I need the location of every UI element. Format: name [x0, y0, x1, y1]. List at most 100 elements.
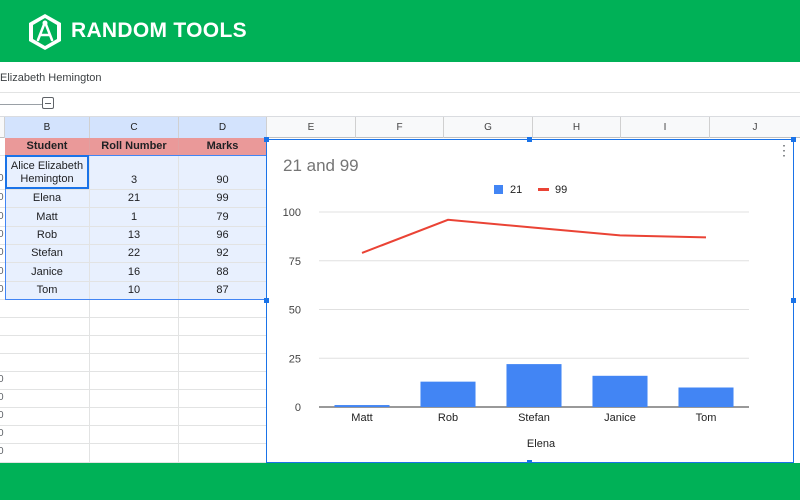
- bar: [506, 364, 562, 407]
- legend-swatch-21: [494, 185, 503, 194]
- resize-handle[interactable]: [264, 137, 269, 142]
- header-roll-number[interactable]: Roll Number: [90, 138, 179, 155]
- row-number: 0: [0, 266, 4, 277]
- row-number: 0: [0, 428, 4, 439]
- cell-student[interactable]: Tom: [5, 282, 90, 299]
- x-tick-label: Rob: [438, 412, 458, 424]
- zoom-minus-icon[interactable]: [42, 97, 54, 109]
- legend-label-99: 99: [555, 184, 567, 196]
- combo-chart: 21 99 0255075100 Matt Rob Stefan Janice Tom …: [283, 184, 749, 450]
- row-number: 0: [0, 374, 4, 385]
- column-header-b[interactable]: B: [5, 117, 90, 138]
- cell-student[interactable]: Rob: [5, 227, 90, 244]
- cell-marks[interactable]: 88: [179, 263, 267, 281]
- row-number: 0: [0, 229, 4, 240]
- cell-student[interactable]: Stefan: [5, 245, 90, 262]
- cell-marks[interactable]: 92: [179, 245, 267, 262]
- y-tick-label: 75: [289, 256, 301, 268]
- header-marks[interactable]: Marks: [179, 138, 267, 155]
- legend[interactable]: 21 99: [494, 184, 567, 196]
- x-tick-label: Tom: [696, 412, 717, 424]
- row-number: 0: [0, 192, 4, 203]
- row-number: 0: [0, 211, 4, 222]
- table-header-row: Student Roll Number Marks: [0, 138, 267, 156]
- column-header-g[interactable]: G: [444, 117, 533, 138]
- brand-name: RANDOM TOOLS: [71, 19, 247, 42]
- table-row: 0 Janice 16 88: [0, 263, 267, 282]
- cell-marks[interactable]: 96: [179, 227, 267, 244]
- header-student[interactable]: Student: [5, 138, 90, 155]
- empty-row[interactable]: 0: [0, 372, 267, 390]
- bar: [334, 405, 390, 407]
- x-tick-label: Matt: [351, 412, 372, 424]
- cell-marks[interactable]: 90: [179, 156, 267, 189]
- zoom-slider-track[interactable]: [0, 104, 44, 105]
- cell-student[interactable]: Janice: [5, 263, 90, 281]
- column-headers: B C D E F G H I J: [0, 117, 800, 138]
- formula-bar[interactable]: Elizabeth Hemington: [0, 62, 800, 93]
- row-number: 0: [0, 247, 4, 258]
- formula-bar-value[interactable]: Elizabeth Hemington: [0, 72, 102, 84]
- empty-row[interactable]: 0: [0, 444, 267, 463]
- column-header-j[interactable]: J: [710, 117, 800, 138]
- brand-banner-top: RANDOM TOOLS: [0, 0, 800, 62]
- cell-roll-number[interactable]: 22: [90, 245, 179, 262]
- x-tick-labels: Matt Rob Stefan Janice Tom: [351, 412, 716, 424]
- row-number: 0: [0, 173, 4, 184]
- cell-roll-number[interactable]: 1: [90, 208, 179, 226]
- embedded-chart[interactable]: 21 and 99 ⋮ 21 99 0 25 50 75 100 Matt Rob Stef…: [264, 137, 796, 465]
- bar-series-21[interactable]: [334, 364, 734, 407]
- table-row: 0 Elena 21 99: [0, 190, 267, 208]
- cell-marks[interactable]: 99: [179, 190, 267, 207]
- y-tick-label: 100: [283, 207, 301, 219]
- bar: [678, 387, 734, 407]
- sheet-grid[interactable]: Student Roll Number Marks 0 Alice Elizab…: [0, 138, 267, 463]
- series-line: [361, 218, 707, 254]
- cell-roll-number[interactable]: 3: [90, 156, 179, 189]
- resize-handle[interactable]: [264, 298, 269, 303]
- zoom-row: [0, 93, 800, 117]
- empty-row[interactable]: [0, 318, 267, 336]
- cell-roll-number[interactable]: 16: [90, 263, 179, 281]
- bar: [592, 375, 648, 407]
- empty-row[interactable]: [0, 336, 267, 354]
- table-row: 0 Matt 1 79: [0, 208, 267, 227]
- resize-handle[interactable]: [791, 137, 796, 142]
- x-tick-label: Janice: [604, 412, 636, 424]
- table-row: 0 Tom 10 87: [0, 282, 267, 300]
- line-series-99[interactable]: [361, 218, 707, 254]
- cell-roll-number[interactable]: 10: [90, 282, 179, 299]
- random-tools-logo-icon: [29, 14, 61, 50]
- legend-label-21: 21: [510, 184, 522, 196]
- empty-row[interactable]: 0: [0, 390, 267, 408]
- resize-handle[interactable]: [527, 137, 532, 142]
- column-header-i[interactable]: I: [621, 117, 710, 138]
- row-number: 0: [0, 392, 4, 403]
- cell-marks[interactable]: 87: [179, 282, 267, 299]
- y-tick-labels: 0 25 50 75 100: [283, 207, 301, 414]
- row-number: 0: [0, 284, 4, 295]
- y-tick-label: 25: [289, 353, 301, 365]
- cell-roll-number[interactable]: 21: [90, 190, 179, 207]
- table-row: 0 Stefan 22 92: [0, 245, 267, 263]
- resize-handle[interactable]: [791, 298, 796, 303]
- cell-marks[interactable]: 79: [179, 208, 267, 226]
- row-number: 0: [0, 410, 4, 421]
- column-header-e[interactable]: E: [267, 117, 356, 138]
- empty-row[interactable]: [0, 300, 267, 318]
- row-number: 0: [0, 446, 4, 457]
- empty-row[interactable]: 0: [0, 426, 267, 444]
- column-header-d[interactable]: D: [179, 117, 267, 138]
- empty-row[interactable]: [0, 354, 267, 372]
- cell-roll-number[interactable]: 13: [90, 227, 179, 244]
- column-header-c[interactable]: C: [90, 117, 179, 138]
- table-row: 0 Alice Elizabeth Hemington 3 90: [0, 156, 267, 190]
- column-header-f[interactable]: F: [356, 117, 444, 138]
- column-header-h[interactable]: H: [533, 117, 621, 138]
- cell-student[interactable]: Matt: [5, 208, 90, 226]
- table-row: 0 Rob 13 96: [0, 227, 267, 245]
- y-tick-label: 0: [295, 402, 301, 414]
- cell-student[interactable]: Alice Elizabeth Hemington: [5, 156, 90, 189]
- empty-row[interactable]: 0: [0, 408, 267, 426]
- cell-student[interactable]: Elena: [5, 190, 90, 207]
